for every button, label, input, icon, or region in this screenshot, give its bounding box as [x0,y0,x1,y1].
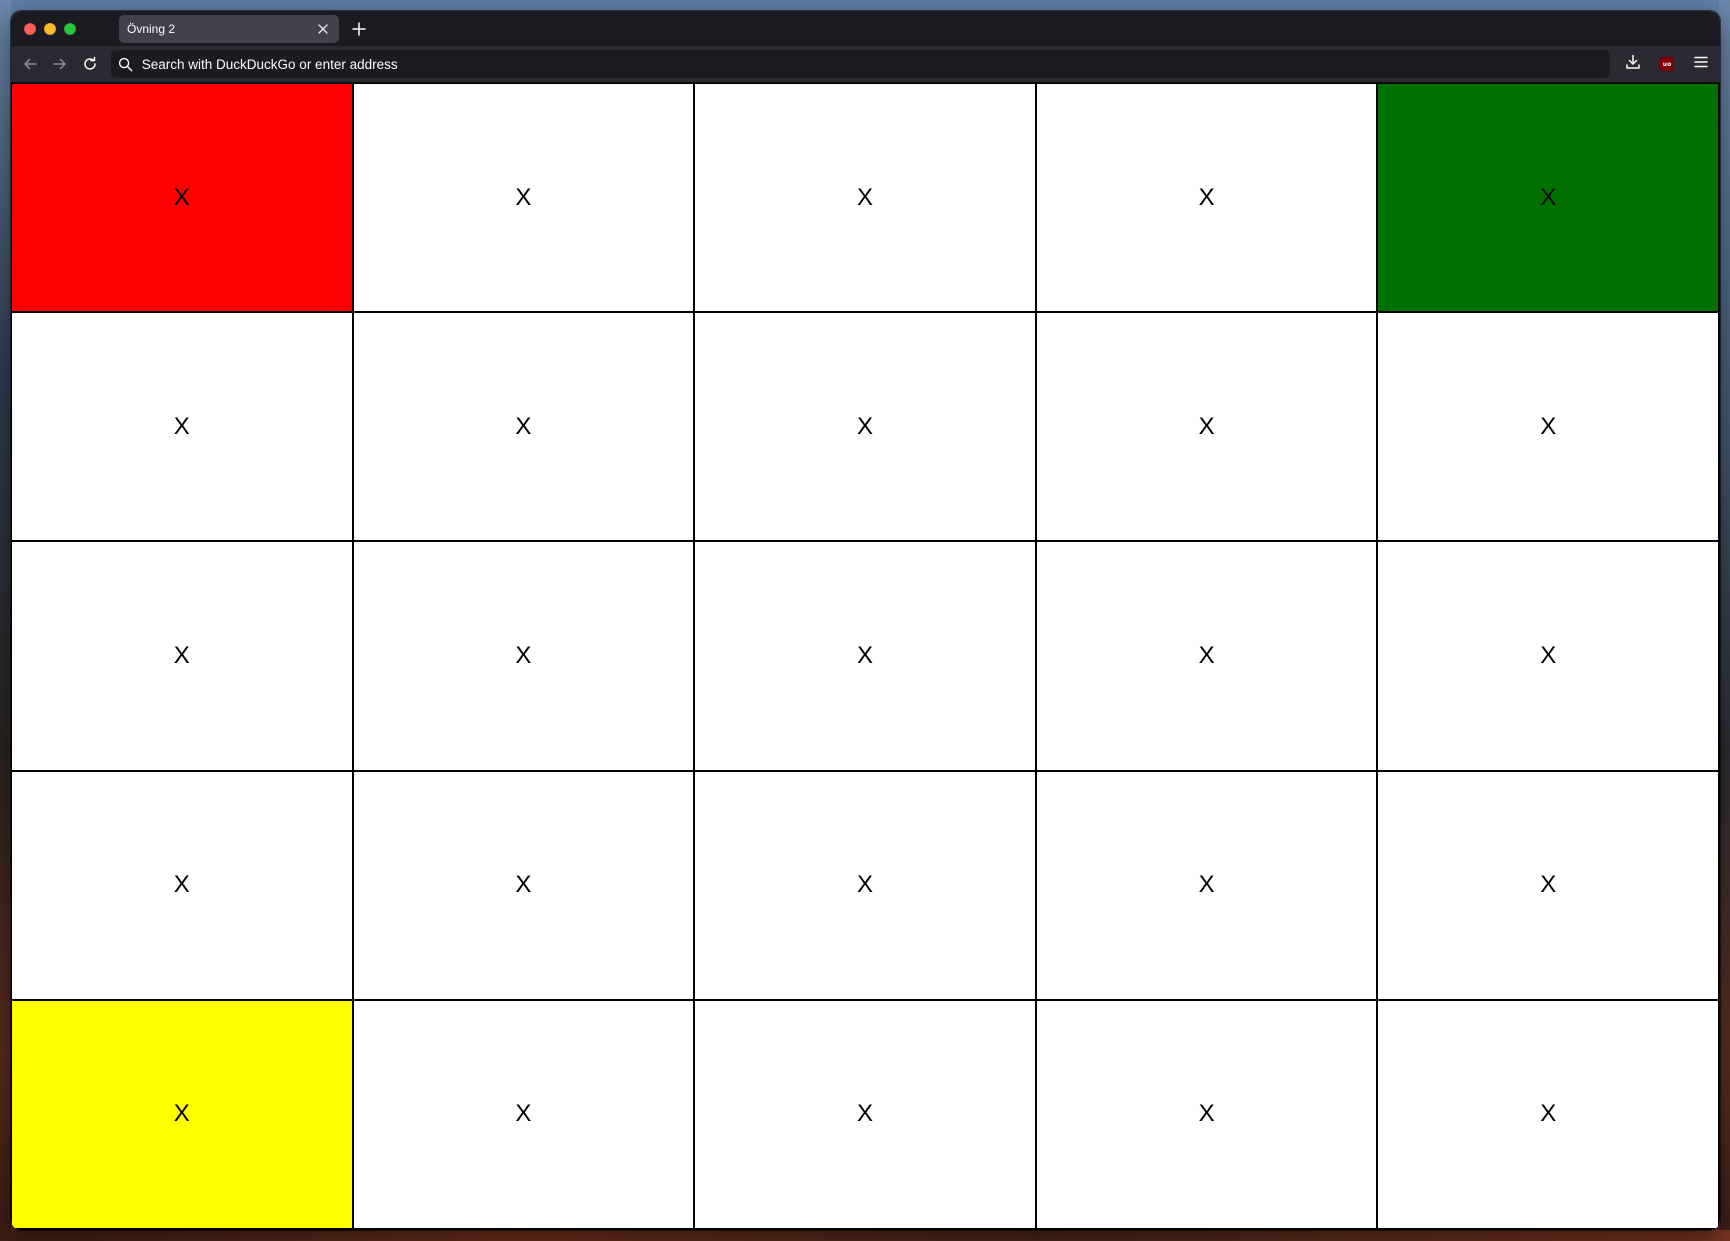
close-icon[interactable] [315,21,331,37]
desktop-wallpaper-bottom [0,1230,1730,1241]
color-grid: XXXXXXXXXXXXXXXXXXXXXXXXX [11,83,1720,1230]
arrow-right-icon [52,56,68,72]
grid-cell: X [1378,542,1720,772]
grid-cell: X [1036,542,1379,772]
page-content: XXXXXXXXXXXXXXXXXXXXXXXXX [11,83,1720,1230]
grid-cell: X [353,1000,696,1230]
grid-cell: X [695,1000,1037,1230]
reload-button[interactable] [75,49,105,79]
grid-cell: X [695,313,1037,543]
arrow-left-icon [22,56,38,72]
hamburger-menu-icon [1694,55,1708,73]
grid-cell: X [12,1000,354,1230]
grid-cell: X [695,542,1037,772]
grid-cell: X [1378,84,1720,314]
address-input[interactable] [141,56,1610,72]
grid-cell: X [1378,313,1720,543]
download-icon [1625,54,1641,75]
grid-cell: X [353,313,696,543]
ublock-icon: uo [1660,57,1674,71]
desktop-wallpaper-left [0,0,11,1241]
grid-cell: X [695,771,1037,1001]
back-button[interactable] [15,49,45,79]
reload-icon [82,56,98,72]
grid-cell: X [1036,1000,1379,1230]
window-close-button[interactable] [24,22,36,35]
tab-bar: Övning 2 [11,11,1720,46]
downloads-button[interactable] [1618,49,1648,79]
grid-cell: X [353,771,696,1001]
grid-cell: X [695,84,1037,314]
address-bar[interactable] [111,50,1610,78]
tab-title: Övning 2 [127,21,176,36]
tab-ovning-2[interactable]: Övning 2 [119,14,339,43]
toolbar-right: uo [1618,49,1716,79]
grid-cell: X [1036,771,1379,1001]
grid-cell: X [12,84,354,314]
window-controls [11,22,119,35]
ublock-extension-button[interactable]: uo [1652,49,1682,79]
grid-cell: X [12,771,354,1001]
plus-icon[interactable] [345,15,373,43]
window-zoom-button[interactable] [64,22,76,35]
navigation-toolbar: uo [11,46,1720,83]
browser-window: Övning 2 Search with DuckDuckGo or enter… [11,11,1720,1230]
grid-cell: X [1378,1000,1720,1230]
grid-cell: X [12,542,354,772]
forward-button[interactable] [45,49,75,79]
grid-cell: X [353,84,696,314]
grid-cell: X [353,542,696,772]
window-minimize-button[interactable] [44,22,56,35]
grid-cell: X [1036,313,1379,543]
grid-cell: X [1036,84,1379,314]
grid-cell: X [12,313,354,543]
search-icon [118,56,134,72]
app-menu-button[interactable] [1686,49,1716,79]
desktop-wallpaper-right [1719,0,1730,1241]
grid-cell: X [1378,771,1720,1001]
